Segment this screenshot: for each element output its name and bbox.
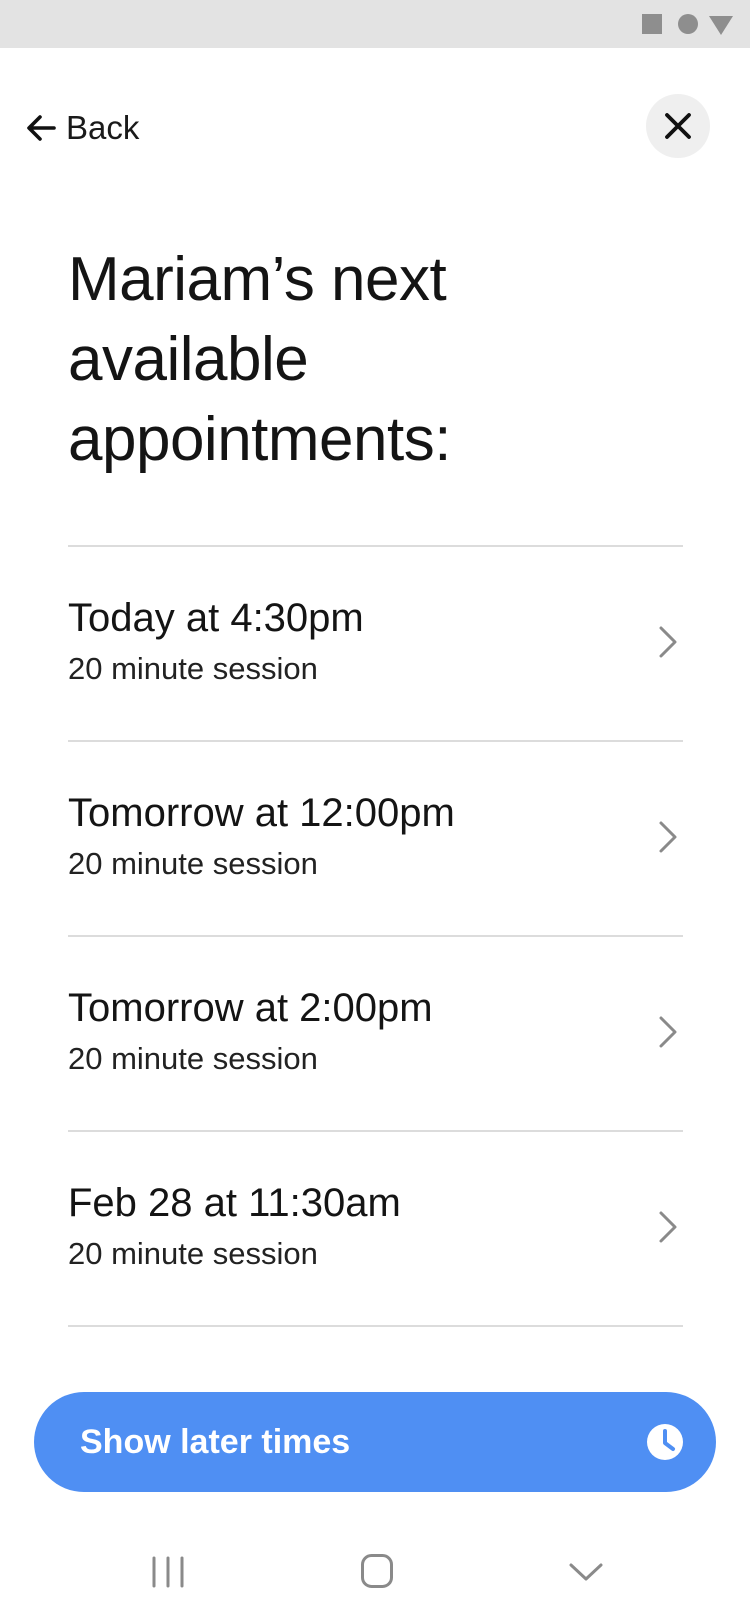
signal-status-icon bbox=[709, 16, 733, 35]
chevron-right-icon bbox=[659, 821, 677, 853]
slot-duration: 20 minute session bbox=[68, 846, 318, 881]
arrow-left-icon bbox=[27, 115, 56, 141]
home-icon[interactable] bbox=[360, 1553, 394, 1589]
nav-back-chevron-icon[interactable] bbox=[568, 1560, 604, 1584]
appointment-slot[interactable]: Today at 4:30pm 20 minute session bbox=[68, 545, 683, 740]
close-icon bbox=[665, 113, 691, 139]
chevron-right-icon bbox=[659, 626, 677, 658]
appointment-slot[interactable]: Tomorrow at 12:00pm 20 minute session bbox=[68, 740, 683, 935]
system-navigation-bar bbox=[0, 1520, 750, 1624]
appointment-slot[interactable]: Tomorrow at 2:00pm 20 minute session bbox=[68, 935, 683, 1130]
slot-time: Tomorrow at 12:00pm bbox=[68, 791, 455, 835]
clock-icon bbox=[647, 1424, 683, 1460]
recent-apps-icon[interactable] bbox=[150, 1556, 186, 1588]
show-later-times-button[interactable]: Show later times bbox=[34, 1392, 716, 1492]
slot-duration: 20 minute session bbox=[68, 1236, 318, 1271]
slot-time: Tomorrow at 2:00pm bbox=[68, 986, 433, 1030]
appointment-slot[interactable]: Feb 28 at 11:30am 20 minute session bbox=[68, 1130, 683, 1327]
page-title: Mariam’s next available appointments: bbox=[68, 245, 451, 474]
slot-duration: 20 minute session bbox=[68, 1041, 318, 1076]
record-status-icon bbox=[678, 14, 698, 34]
appointment-list: Today at 4:30pm 20 minute session Tomorr… bbox=[68, 545, 683, 1327]
stop-status-icon bbox=[642, 14, 662, 34]
slot-time: Today at 4:30pm bbox=[68, 596, 364, 640]
slot-duration: 20 minute session bbox=[68, 651, 318, 686]
chevron-right-icon bbox=[659, 1211, 677, 1243]
close-button[interactable] bbox=[646, 94, 710, 158]
back-label: Back bbox=[66, 109, 140, 146]
show-later-times-label: Show later times bbox=[80, 1422, 351, 1461]
status-bar bbox=[0, 0, 750, 48]
back-button[interactable]: Back bbox=[24, 104, 139, 152]
slot-time: Feb 28 at 11:30am bbox=[68, 1181, 401, 1225]
chevron-right-icon bbox=[659, 1016, 677, 1048]
